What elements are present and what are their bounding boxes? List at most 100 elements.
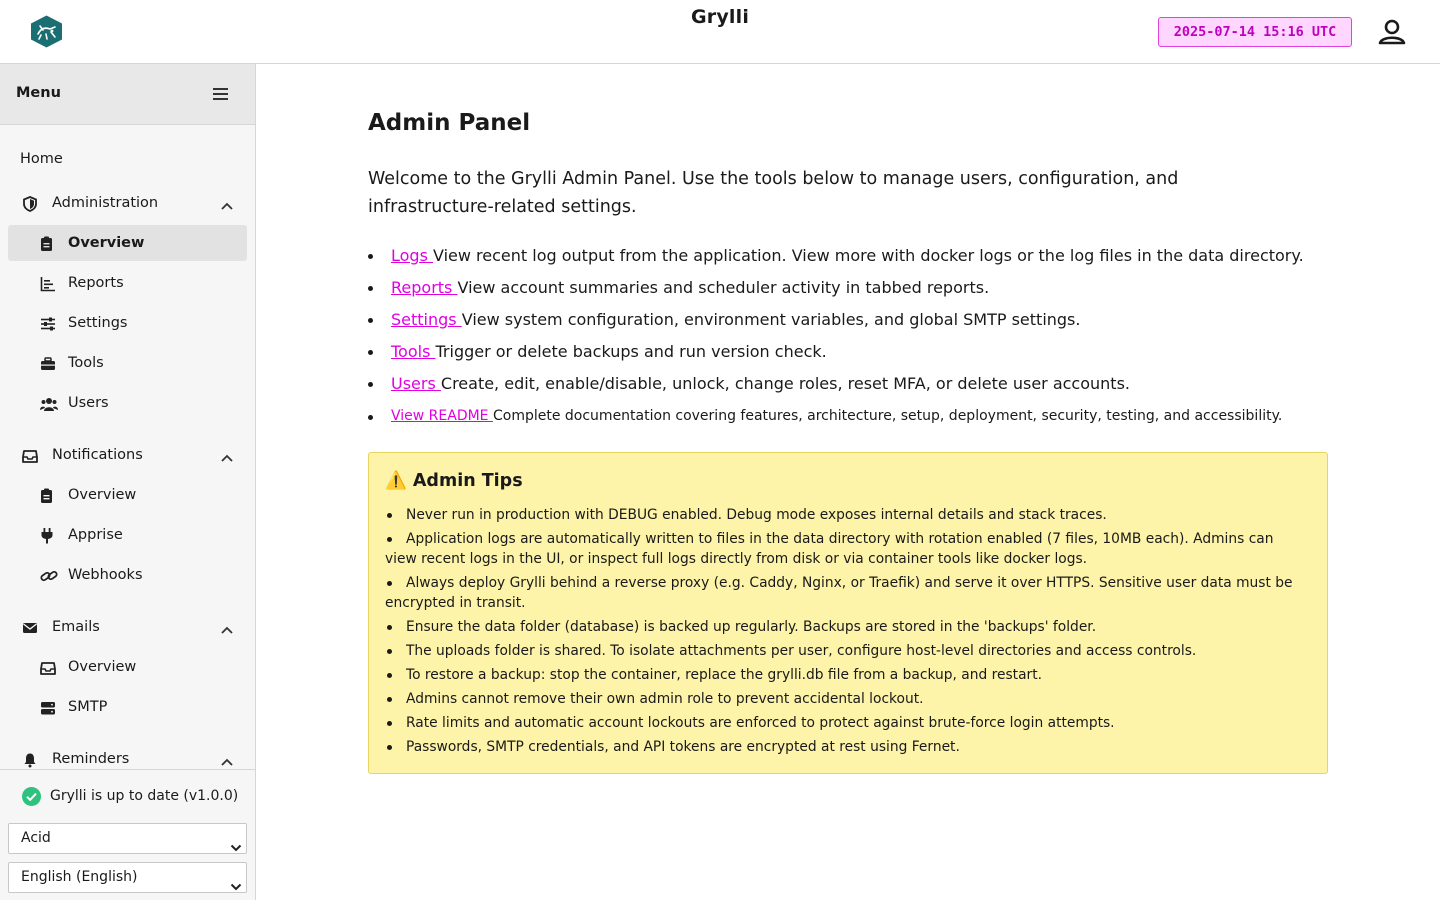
user-icon[interactable] — [1377, 18, 1407, 46]
bullet — [368, 286, 373, 291]
shield-icon — [22, 196, 38, 212]
chevron-down-icon — [230, 873, 242, 891]
chevron-up-icon[interactable] — [220, 451, 234, 462]
tip-item: Never run in production with DEBUG enabl… — [385, 505, 1305, 525]
version-status-text: Grylli is up to date (v1.0.0) — [50, 788, 239, 804]
sidebar: Menu Home Administration Overview Report… — [0, 64, 256, 900]
language-select[interactable]: English (English) — [8, 862, 247, 893]
link-description: Trigger or delete backups and run versio… — [435, 342, 827, 361]
sidebar-item-webhooks[interactable]: Webhooks — [40, 567, 240, 587]
sidebar-item-label: Settings — [68, 315, 128, 331]
chevron-up-icon[interactable] — [220, 623, 234, 634]
sidebar-group-administration[interactable]: Administration — [22, 195, 242, 215]
tip-item: Application logs are automatically writt… — [385, 529, 1305, 569]
sidebar-group-notifications[interactable]: Notifications — [22, 447, 242, 467]
sidebar-footer: Grylli is up to date (v1.0.0) Acid Engli… — [0, 769, 255, 900]
sidebar-group-label: Emails — [52, 619, 100, 635]
sidebar-item-label: Overview — [68, 235, 145, 251]
sidebar-item-admin-overview[interactable]: Overview — [40, 235, 240, 255]
plug-icon — [40, 528, 56, 544]
bell-icon — [22, 752, 38, 768]
sliders-icon — [40, 316, 56, 332]
toolbox-icon — [40, 356, 56, 372]
sidebar-item-label: Users — [68, 395, 109, 411]
users-link[interactable]: Users — [391, 374, 441, 393]
menu-header: Menu — [0, 64, 255, 125]
tips-list: Never run in production with DEBUG enabl… — [385, 505, 1305, 761]
sidebar-item-settings[interactable]: Settings — [40, 315, 240, 335]
sidebar-item-label: Home — [20, 151, 63, 167]
tip-item: Rate limits and automatic account lockou… — [385, 713, 1305, 733]
sidebar-group-emails[interactable]: Emails — [22, 619, 242, 639]
sidebar-item-tools[interactable]: Tools — [40, 355, 240, 375]
utc-clock: 2025-07-14 15:16 UTC — [1158, 17, 1352, 47]
sidebar-item-users[interactable]: Users — [40, 395, 240, 415]
sidebar-item-label: Apprise — [68, 527, 123, 543]
sidebar-group-label: Reminders — [52, 751, 130, 767]
link-description: View system configuration, environment v… — [461, 310, 1081, 329]
link-description: Complete documentation covering features… — [492, 408, 1283, 424]
main-content: Admin Panel Welcome to the Grylli Admin … — [256, 64, 1440, 900]
tip-item: To restore a backup: stop the container,… — [385, 665, 1305, 685]
tips-title: ⚠️ Admin Tips — [385, 471, 523, 491]
menu-title: Menu — [16, 85, 61, 101]
tip-item: Ensure the data folder (database) is bac… — [385, 617, 1305, 637]
intro-text: Welcome to the Grylli Admin Panel. Use t… — [368, 169, 1179, 217]
chevron-up-icon[interactable] — [220, 199, 234, 210]
sidebar-item-notifications-overview[interactable]: Overview — [40, 487, 240, 507]
sidebar-group-label: Notifications — [52, 447, 143, 463]
settings-link[interactable]: Settings — [391, 310, 462, 329]
logs-link[interactable]: Logs — [391, 246, 433, 265]
clipboard-icon — [40, 488, 56, 504]
tip-item: Admins cannot remove their own admin rol… — [385, 689, 1305, 709]
link-description: Create, edit, enable/disable, unlock, ch… — [440, 374, 1130, 393]
link-icon — [40, 568, 58, 584]
sidebar-item-label: Overview — [68, 487, 137, 503]
sidebar-item-smtp[interactable]: SMTP — [40, 699, 240, 719]
warning-icon: ⚠️ — [385, 471, 407, 491]
bullet — [368, 254, 373, 259]
inbox-icon — [40, 660, 56, 676]
sidebar-group-label: Administration — [52, 195, 159, 211]
sidebar-item-label: Webhooks — [68, 567, 143, 583]
tip-item: Always deploy Grylli behind a reverse pr… — [385, 573, 1305, 613]
sidebar-item-reports[interactable]: Reports — [40, 275, 240, 295]
reports-link[interactable]: Reports — [391, 278, 457, 297]
bullet — [368, 415, 373, 420]
sidebar-item-apprise[interactable]: Apprise — [40, 527, 240, 547]
admin-tips-panel: ⚠️ Admin Tips Never run in production wi… — [368, 452, 1328, 774]
sidebar-nav: Home Administration Overview Reports Set… — [0, 125, 255, 769]
sidebar-group-reminders[interactable]: Reminders — [22, 751, 242, 769]
tips-title-text: Admin Tips — [412, 471, 523, 491]
clipboard-icon — [40, 236, 56, 252]
tools-link[interactable]: Tools — [391, 342, 436, 361]
chevron-up-icon[interactable] — [220, 755, 234, 766]
server-icon — [40, 700, 56, 716]
chevron-down-icon — [230, 834, 242, 852]
tip-item: The uploads folder is shared. To isolate… — [385, 641, 1305, 661]
tip-item: Passwords, SMTP credentials, and API tok… — [385, 737, 1305, 757]
check-circle-icon — [22, 787, 41, 806]
bullet — [368, 350, 373, 355]
view-readme-link[interactable]: View README — [391, 408, 493, 424]
theme-select-value: Acid — [21, 830, 51, 846]
sidebar-item-label: Reports — [68, 275, 124, 291]
sidebar-item-emails-overview[interactable]: Overview — [40, 659, 240, 679]
inbox-icon — [22, 448, 38, 464]
page-title: Admin Panel — [368, 110, 531, 136]
theme-select[interactable]: Acid — [8, 823, 247, 854]
link-description: View recent log output from the applicat… — [433, 246, 1304, 265]
hamburger-menu-icon[interactable] — [212, 86, 230, 102]
sidebar-item-label: SMTP — [68, 699, 108, 715]
bullet — [368, 382, 373, 387]
sidebar-item-home[interactable]: Home — [20, 151, 240, 171]
link-description: View account summaries and scheduler act… — [457, 278, 990, 297]
users-icon — [40, 396, 58, 412]
bar-chart-icon — [40, 276, 56, 292]
top-bar: Grylli 2025-07-14 15:16 UTC — [0, 0, 1440, 64]
envelope-icon — [22, 620, 38, 636]
sidebar-item-label: Overview — [68, 659, 137, 675]
language-select-value: English (English) — [21, 869, 138, 885]
bullet — [368, 318, 373, 323]
sidebar-item-label: Tools — [68, 355, 104, 371]
